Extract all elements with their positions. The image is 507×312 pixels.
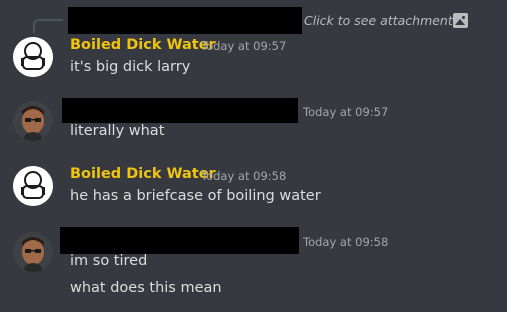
message-text: im so tired (70, 253, 148, 269)
profile-photo-icon (13, 232, 53, 272)
image-icon[interactable] (453, 13, 468, 28)
avatar[interactable] (13, 101, 53, 141)
profile-photo-icon (13, 101, 53, 141)
reply-attachment-text[interactable]: Click to see attachment (304, 13, 453, 28)
avatar[interactable] (13, 232, 53, 272)
message-author[interactable]: Boiled Dick Water (70, 166, 216, 182)
reply-spine (33, 19, 63, 33)
bot-avatar-icon (13, 37, 53, 77)
message-timestamp: Today at 09:58 (201, 169, 287, 183)
avatar[interactable] (13, 166, 53, 206)
message-text: literally what (70, 123, 165, 139)
redacted-author (62, 98, 298, 123)
message-text: it's big dick larry (70, 59, 191, 75)
redacted-reply-author (68, 7, 302, 34)
message-text: he has a briefcase of boiling water (70, 188, 321, 204)
redacted-author (60, 227, 299, 254)
avatar[interactable] (13, 37, 53, 77)
message-text: what does this mean (70, 280, 222, 296)
message-timestamp: Today at 09:58 (303, 235, 389, 249)
message-author[interactable]: Boiled Dick Water (70, 37, 216, 53)
bot-avatar-icon (13, 166, 53, 206)
message-timestamp: Today at 09:57 (303, 105, 389, 119)
message-timestamp: Today at 09:57 (201, 39, 287, 53)
